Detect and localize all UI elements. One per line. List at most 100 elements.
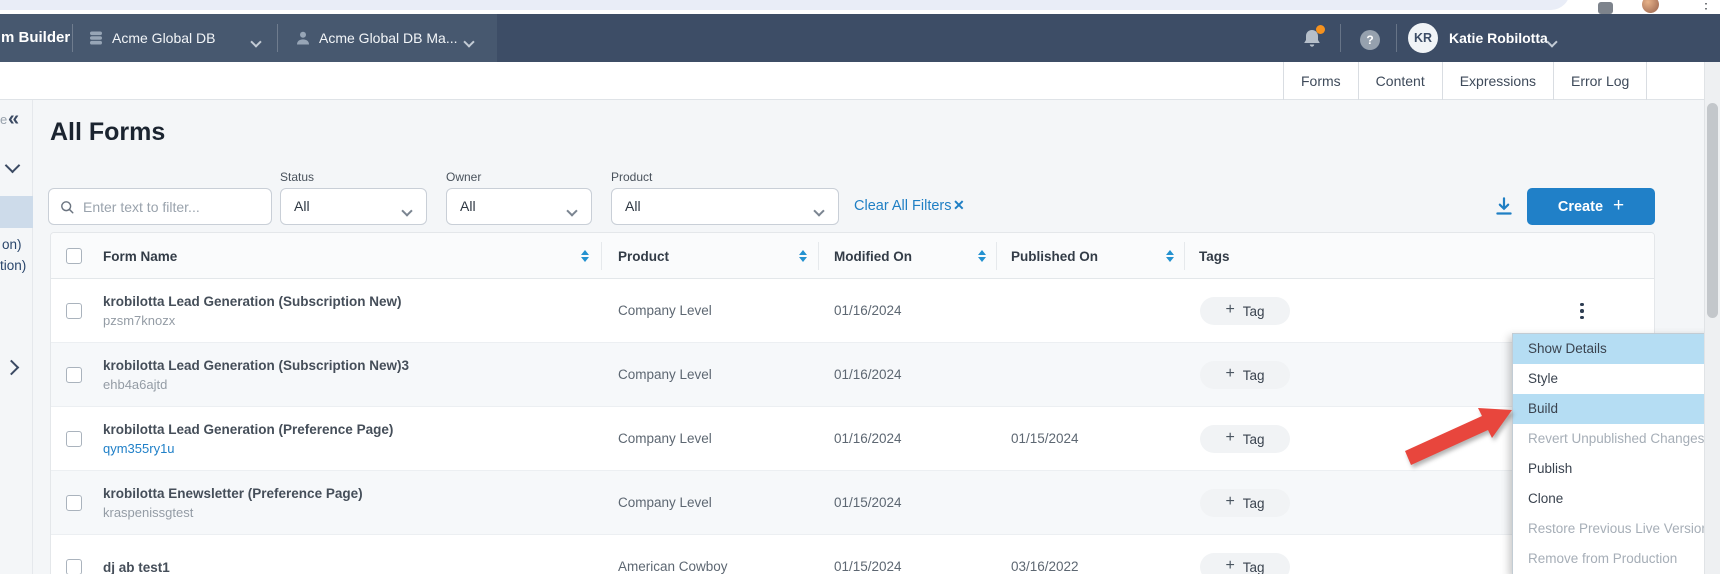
chevron-down-icon — [815, 202, 823, 220]
product-cell: American Cowboy — [618, 535, 728, 574]
form-code: pzsm7knozx — [103, 313, 402, 328]
chevron-down-icon[interactable] — [5, 158, 21, 174]
column-modified-on[interactable]: Modified On — [834, 249, 912, 264]
menu-item-build[interactable]: Build — [1513, 394, 1717, 424]
plus-icon: + — [1225, 557, 1234, 574]
sort-icon[interactable] — [799, 250, 808, 262]
tabs: Forms Content Expressions Error Log — [1283, 62, 1647, 100]
tab-expressions[interactable]: Expressions — [1442, 62, 1553, 100]
form-code: ehb4a6ajtd — [103, 377, 409, 392]
form-name[interactable]: krobilotta Lead Generation (Preference P… — [103, 422, 393, 437]
row-checkbox[interactable] — [66, 303, 82, 319]
clear-filters-x-icon[interactable]: ✕ — [953, 197, 965, 214]
add-tag-button[interactable]: + Tag — [1200, 489, 1290, 517]
status-filter-select[interactable]: All — [280, 188, 427, 225]
user-avatar[interactable]: KR — [1408, 23, 1438, 53]
column-divider — [996, 242, 997, 270]
row-checkbox[interactable] — [66, 559, 82, 574]
row-checkbox[interactable] — [66, 431, 82, 447]
sort-icon[interactable] — [978, 250, 987, 262]
column-published-on[interactable]: Published On — [1011, 249, 1098, 264]
tab-forms[interactable]: Forms — [1283, 62, 1358, 100]
row-checkbox[interactable] — [66, 495, 82, 511]
search-input[interactable] — [83, 190, 265, 223]
database-selector[interactable]: Acme Global DB — [112, 30, 215, 46]
sidebar-item-partial[interactable]: on) — [2, 237, 22, 252]
status-filter-label: Status — [280, 170, 314, 184]
form-code-link[interactable]: qym355ry1u — [103, 441, 393, 456]
sort-icon[interactable] — [581, 250, 590, 262]
menu-item-publish[interactable]: Publish — [1513, 454, 1717, 484]
sidebar-selected-item[interactable] — [0, 196, 33, 228]
clear-all-filters-link[interactable]: Clear All Filters — [854, 198, 952, 214]
add-tag-button[interactable]: + Tag — [1200, 361, 1290, 389]
chevron-down-icon[interactable] — [465, 33, 473, 51]
tag-label: Tag — [1243, 368, 1265, 383]
url-bar[interactable] — [0, 0, 1570, 10]
row-actions-kebab-icon[interactable] — [1574, 296, 1590, 326]
chevron-right-icon[interactable] — [4, 360, 20, 376]
database-icon — [88, 30, 104, 46]
modified-on-cell: 01/16/2024 — [834, 343, 902, 407]
form-name[interactable]: krobilotta Lead Generation (Subscription… — [103, 294, 402, 309]
menu-item-clone[interactable]: Clone — [1513, 484, 1717, 514]
product-cell: Company Level — [618, 471, 712, 535]
chevron-down-icon[interactable] — [252, 33, 260, 51]
sidebar-partial-text: e — [0, 112, 7, 127]
form-name-cell: krobilotta Lead Generation (Subscription… — [103, 279, 402, 343]
scrollbar-track[interactable] — [1704, 62, 1720, 574]
sidebar-collapsed: e « on) tion) — [0, 100, 33, 574]
sidebar-collapse-icon[interactable]: « — [8, 108, 19, 131]
filter-search[interactable] — [48, 188, 272, 225]
product-filter-select[interactable]: All — [611, 188, 839, 225]
table-row[interactable]: dj ab test1 American Cowboy 01/15/2024 0… — [51, 535, 1654, 574]
table-row[interactable]: krobilotta Lead Generation (Preference P… — [51, 407, 1654, 471]
add-tag-button[interactable]: + Tag — [1200, 297, 1290, 325]
browser-menu-icon[interactable]: ⋮ — [1699, 0, 1713, 12]
main-content: e « on) tion) All Forms Status All Owner… — [0, 100, 1720, 574]
help-button[interactable]: ? — [1360, 30, 1380, 50]
select-all-checkbox[interactable] — [66, 248, 82, 264]
column-form-name[interactable]: Form Name — [103, 249, 177, 264]
column-product[interactable]: Product — [618, 249, 669, 264]
published-on-cell: 03/16/2022 — [1011, 535, 1079, 574]
sidebar-item-partial[interactable]: tion) — [0, 258, 26, 273]
browser-profile-avatar[interactable] — [1642, 0, 1659, 13]
modified-on-cell: 01/16/2024 — [834, 407, 902, 471]
extensions-icon[interactable] — [1598, 2, 1613, 14]
header-left-section: m Builder Acme Global DB Acme Global DB … — [0, 14, 497, 62]
tag-label: Tag — [1243, 304, 1265, 319]
status-filter-value: All — [294, 198, 310, 214]
table-row[interactable]: krobilotta Lead Generation (Subscription… — [51, 343, 1654, 407]
published-on-cell: 01/15/2024 — [1011, 407, 1079, 471]
add-tag-button[interactable]: + Tag — [1200, 425, 1290, 453]
menu-item-style[interactable]: Style — [1513, 364, 1717, 394]
chevron-down-icon[interactable] — [1548, 33, 1556, 51]
table-row[interactable]: krobilotta Lead Generation (Subscription… — [51, 279, 1654, 343]
product-filter-value: All — [625, 198, 641, 214]
form-name[interactable]: krobilotta Lead Generation (Subscription… — [103, 358, 409, 373]
row-checkbox[interactable] — [66, 367, 82, 383]
export-download-icon[interactable] — [1493, 195, 1515, 217]
product-cell: Company Level — [618, 343, 712, 407]
owner-filter-value: All — [460, 198, 476, 214]
modified-on-cell: 01/15/2024 — [834, 535, 902, 574]
form-name[interactable]: dj ab test1 — [103, 560, 170, 574]
tab-content[interactable]: Content — [1358, 62, 1442, 100]
table-header-row: Form Name Product Modified On Published … — [51, 233, 1654, 279]
app-title: m Builder — [1, 29, 70, 46]
menu-item-restore-previous-live-version: Restore Previous Live Version — [1513, 514, 1717, 544]
notifications-button[interactable] — [1300, 27, 1324, 51]
menu-item-show-details[interactable]: Show Details — [1513, 334, 1717, 364]
user-name[interactable]: Katie Robilotta — [1449, 30, 1548, 46]
form-code: kraspenissgtest — [103, 505, 363, 520]
tab-error-log[interactable]: Error Log — [1553, 62, 1647, 100]
owner-filter-select[interactable]: All — [446, 188, 592, 225]
profile-selector[interactable]: Acme Global DB Ma... — [319, 30, 458, 46]
create-button[interactable]: Create + — [1527, 188, 1655, 225]
add-tag-button[interactable]: + Tag — [1200, 553, 1290, 574]
sort-icon[interactable] — [1166, 250, 1175, 262]
table-row[interactable]: krobilotta Enewsletter (Preference Page)… — [51, 471, 1654, 535]
scrollbar-thumb[interactable] — [1707, 103, 1718, 318]
form-name[interactable]: krobilotta Enewsletter (Preference Page) — [103, 486, 363, 501]
